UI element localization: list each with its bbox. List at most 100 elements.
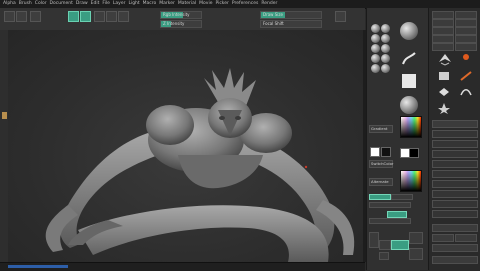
menu-item-marker[interactable]: Marker (159, 0, 175, 8)
clone-button[interactable] (432, 35, 454, 43)
transp-button[interactable] (379, 240, 391, 250)
menu-item-preferences[interactable]: Preferences (232, 0, 258, 8)
menu-item-render[interactable]: Render (261, 0, 277, 8)
subtool-row-6[interactable] (432, 180, 478, 188)
move-view-button[interactable] (409, 248, 423, 260)
z-intensity-label: Z Intensity (163, 21, 185, 26)
brush-inflate-icon[interactable] (371, 44, 380, 53)
menu-item-material[interactable]: Material (178, 0, 196, 8)
current-brush-icon[interactable] (400, 22, 418, 40)
xpose-button[interactable] (379, 252, 389, 260)
move-mode-button[interactable] (94, 11, 105, 22)
tray-handle-icon[interactable] (2, 112, 7, 119)
gradient-button[interactable]: Gradient (369, 125, 393, 133)
canvas-viewport[interactable] (8, 30, 363, 262)
scale-mode-button[interactable] (106, 11, 117, 22)
tool-preset-icon[interactable] (437, 86, 451, 98)
tool-arc-icon[interactable] (459, 86, 473, 98)
geometry-section-button[interactable] (432, 224, 478, 232)
subtool-row-3[interactable] (432, 150, 478, 158)
main-color-swatch[interactable] (370, 147, 380, 157)
color-picker-secondary[interactable] (400, 170, 422, 192)
make-polymesh-button[interactable] (455, 35, 477, 43)
subtool-row-8[interactable] (432, 200, 478, 208)
import-button[interactable] (432, 27, 454, 35)
deformation-section-button[interactable] (432, 256, 478, 264)
brush-thumbnail-icon[interactable] (459, 70, 473, 82)
goz-button[interactable] (432, 43, 454, 51)
subtool-row-5[interactable] (432, 170, 478, 178)
subtool-thumbnail-icon[interactable] (437, 70, 451, 82)
z-intensity-slider[interactable]: Z Intensity (160, 20, 202, 28)
draw-size-mini-slider[interactable] (369, 218, 411, 224)
brush-smooth-icon[interactable] (371, 54, 380, 63)
brush-damstandard-icon[interactable] (381, 34, 390, 43)
menu-item-file[interactable]: File (102, 0, 110, 8)
current-tool-thumbnail-icon[interactable] (437, 52, 453, 66)
rotate-mode-button[interactable] (118, 11, 129, 22)
brush-material-panel: Gradient SwitchColor Alternate (366, 8, 429, 270)
all-button[interactable] (455, 43, 477, 51)
dynamic-button[interactable] (335, 11, 346, 22)
menu-item-macro[interactable]: Macro (143, 0, 157, 8)
alternate-label: Alternate (371, 179, 389, 184)
brush-pinch-icon[interactable] (381, 44, 390, 53)
zsub-toggle[interactable] (391, 194, 413, 200)
quick-sketch-button[interactable] (30, 11, 41, 22)
lightbox-button[interactable] (16, 11, 27, 22)
load-tool-button[interactable] (432, 11, 454, 19)
divide-button[interactable] (432, 234, 454, 242)
draw-mode-button[interactable] (80, 11, 91, 22)
projection-master-button[interactable] (4, 11, 15, 22)
gradient-label: Gradient (371, 126, 388, 131)
brush-trimdynamic-icon[interactable] (381, 54, 390, 63)
copy-tool-button[interactable] (432, 19, 454, 27)
edit-mode-button[interactable] (68, 11, 79, 22)
subtool-row-4[interactable] (432, 160, 478, 168)
menu-item-layer[interactable]: Layer (113, 0, 126, 8)
draw-size-slider[interactable]: Draw Size (260, 11, 322, 19)
zadd-toggle[interactable] (369, 194, 391, 200)
secondary-color-swatch[interactable] (381, 147, 391, 157)
layers-section-button[interactable] (432, 244, 478, 252)
export-button[interactable] (455, 27, 477, 35)
tool-star-icon[interactable] (437, 102, 451, 114)
menu-item-document[interactable]: Document (50, 0, 73, 8)
subtool-row-9[interactable] (432, 210, 478, 218)
polyf-button[interactable] (391, 240, 409, 250)
brush-hpolish-icon[interactable] (371, 64, 380, 73)
mrgb-toggle[interactable] (387, 211, 407, 218)
solo-button[interactable] (369, 232, 379, 248)
color-picker-main[interactable] (400, 116, 422, 138)
alpha-texture-icon[interactable] (402, 74, 416, 88)
alternate-button[interactable]: Alternate (369, 178, 393, 186)
color-swatch-black[interactable] (409, 148, 419, 158)
material-matcap-icon[interactable] (400, 96, 418, 114)
menu-item-draw[interactable]: Draw (76, 0, 88, 8)
subtool-row-7[interactable] (432, 190, 478, 198)
brush-move-icon[interactable] (381, 24, 390, 33)
focal-shift-slider[interactable]: Focal Shift (260, 20, 322, 28)
subtool-list-header[interactable] (432, 120, 478, 128)
del-higher-button[interactable] (455, 234, 477, 242)
menu-item-light[interactable]: Light (128, 0, 139, 8)
menu-item-brush[interactable]: Brush (19, 0, 32, 8)
menu-item-color[interactable]: Color (35, 0, 47, 8)
menu-item-edit[interactable]: Edit (91, 0, 100, 8)
color-indicator-icon (463, 54, 469, 60)
stroke-type-icon[interactable] (400, 50, 418, 68)
rgb-intensity-slider[interactable]: Rgb Intensity (160, 11, 202, 19)
frame-button[interactable] (409, 232, 423, 244)
subtool-row-1[interactable] (432, 130, 478, 138)
brush-flatten-icon[interactable] (381, 64, 390, 73)
menu-item-picker[interactable]: Picker (215, 0, 228, 8)
brush-standard-icon[interactable] (371, 24, 380, 33)
save-as-button[interactable] (455, 11, 477, 19)
paste-tool-button[interactable] (455, 19, 477, 27)
z-intensity-mini-slider[interactable] (369, 202, 411, 208)
switch-color-button[interactable]: SwitchColor (369, 160, 393, 168)
brush-claybuildup-icon[interactable] (371, 34, 380, 43)
menu-item-movie[interactable]: Movie (199, 0, 212, 8)
menu-item-alpha[interactable]: Alpha (3, 0, 16, 8)
subtool-row-2[interactable] (432, 140, 478, 148)
